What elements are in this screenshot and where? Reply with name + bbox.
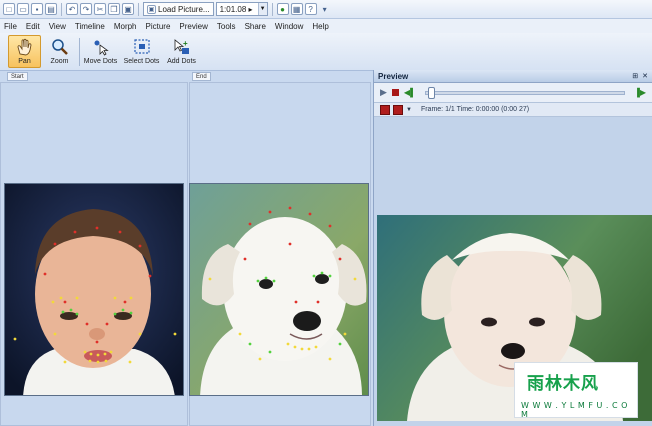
frame-info-bar: ▼ Frame: 1/1 Time: 0:00:00 (0:00 27): [374, 103, 652, 117]
new-file-icon[interactable]: □: [3, 3, 15, 15]
menu-item-preview[interactable]: Preview: [179, 22, 207, 31]
copy-icon[interactable]: ❐: [108, 3, 120, 15]
undo-icon[interactable]: ↶: [66, 3, 78, 15]
preview-title-bar: Preview ⊞ ✕: [374, 70, 652, 83]
load-picture-button[interactable]: ▣ Load Picture...: [143, 2, 214, 16]
menu-item-timeline[interactable]: Timeline: [75, 22, 105, 31]
magnifier-icon: [51, 39, 68, 55]
timeline-slider-thumb[interactable]: [427, 86, 435, 99]
select-dots-tool-label: Select Dots: [123, 58, 160, 65]
pan-tool-button[interactable]: Pan: [8, 35, 41, 68]
menu-item-picture[interactable]: Picture: [146, 22, 171, 31]
site-watermark: 雨林木风 W W W . Y L M F U . C O M: [514, 362, 638, 419]
chevron-down-icon: ▼: [257, 3, 267, 15]
redo-icon[interactable]: ↷: [80, 3, 92, 15]
tool-ribbon: Pan Zoom Move Dots Select Dots + Add Dot…: [0, 33, 652, 71]
options-dropdown-icon[interactable]: ▼: [406, 107, 412, 113]
ribbon-divider: [79, 38, 80, 66]
play-icon[interactable]: ▶: [380, 87, 387, 98]
close-icon[interactable]: ✕: [642, 72, 648, 80]
menu-item-help[interactable]: Help: [312, 22, 328, 31]
move-dots-tool-button[interactable]: Move Dots: [84, 35, 117, 68]
step-back-icon[interactable]: ◀▌: [404, 88, 416, 97]
watermark-url: W W W . Y L M F U . C O M: [521, 401, 628, 419]
frame-info-text: Frame: 1/1 Time: 0:00:00 (0:00 27): [420, 106, 530, 113]
pan-tool-label: Pan: [18, 58, 31, 65]
puppy-photo: [190, 184, 368, 395]
move-dots-icon: [94, 40, 109, 56]
export-icon[interactable]: ▦: [290, 3, 303, 15]
svg-text:+: +: [183, 39, 188, 48]
preview-title: Preview: [378, 71, 409, 81]
move-dots-tool-label: Move Dots: [83, 58, 118, 65]
menu-item-tools[interactable]: Tools: [217, 22, 236, 31]
hand-icon: [17, 38, 31, 56]
watermark-logo-text: 雨林木风: [527, 374, 599, 394]
open-folder-icon[interactable]: ▭: [17, 3, 29, 15]
end-group-label: End: [192, 72, 211, 81]
menu-item-edit[interactable]: Edit: [26, 22, 40, 31]
cut-icon[interactable]: ✂: [94, 3, 106, 15]
load-picture-label: Load Picture...: [158, 4, 210, 14]
record-icon[interactable]: [380, 104, 390, 115]
menu-item-morph[interactable]: Morph: [114, 22, 137, 31]
menu-item-window[interactable]: Window: [275, 22, 303, 31]
baby-photo: [5, 184, 183, 395]
paste-icon[interactable]: ▣: [122, 3, 134, 15]
zoom-select[interactable]: 1:01.08 ▸ ▼: [215, 2, 268, 16]
picture-icon: ▣: [147, 4, 156, 14]
toolbar-separator: [61, 2, 62, 16]
start-group-label: Start: [7, 72, 28, 81]
export-movie-icon[interactable]: [393, 104, 403, 115]
save-icon[interactable]: ▪: [31, 3, 43, 15]
zoom-tool-button[interactable]: Zoom: [43, 35, 76, 68]
select-dots-tool-button[interactable]: Select Dots: [123, 35, 160, 68]
menu-bar: File Edit View Timeline Morph Picture Pr…: [0, 19, 652, 33]
start-picture[interactable]: [4, 183, 184, 396]
print-icon[interactable]: ▤: [45, 3, 57, 15]
stop-icon[interactable]: [391, 89, 399, 96]
timeline-slider[interactable]: [424, 86, 626, 99]
select-dots-icon: [133, 39, 150, 54]
add-dots-tool-button[interactable]: + Add Dots: [165, 35, 198, 68]
options-icon[interactable]: ▾: [319, 3, 331, 15]
add-dots-icon: +: [174, 39, 189, 54]
menu-item-view[interactable]: View: [49, 22, 66, 31]
zoom-value: 1:01.08 ▸: [219, 4, 253, 14]
quick-access-toolbar: □ ▭ ▪ ▤ ↶ ↷ ✂ ❐ ▣ ▣ Load Picture... 1:01…: [0, 0, 652, 19]
menu-item-file[interactable]: File: [4, 22, 17, 31]
add-dots-tool-label: Add Dots: [167, 58, 196, 65]
step-forward-icon[interactable]: ▐▶: [634, 88, 646, 97]
zoom-tool-label: Zoom: [50, 58, 69, 65]
help-icon[interactable]: ?: [304, 3, 317, 15]
pin-icon[interactable]: ⊞: [632, 72, 638, 80]
menu-item-share[interactable]: Share: [245, 22, 266, 31]
playback-controls: ▶ ◀▌ ▐▶: [374, 83, 652, 103]
toolbar-separator: [271, 2, 273, 16]
toolbar-separator: [138, 2, 139, 16]
refresh-icon[interactable]: ●: [276, 3, 289, 15]
end-picture[interactable]: [189, 183, 369, 396]
